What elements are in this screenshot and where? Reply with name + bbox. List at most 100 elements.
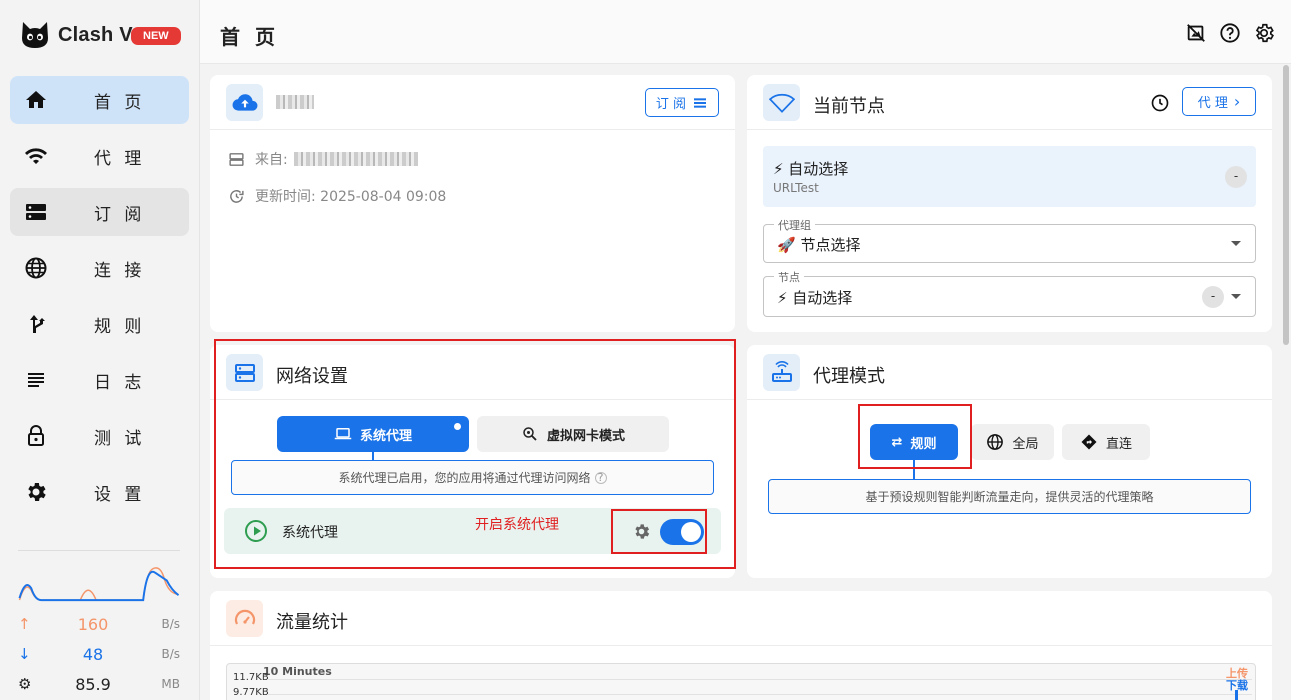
download-arrow-icon: ↓ xyxy=(18,645,31,663)
sidebar: Clash V NEW 首 页 代 理 订 阅 连 接 规 则 日 志 测 试 … xyxy=(0,0,200,700)
annotation-box-toggle xyxy=(611,509,707,554)
fork-route-icon xyxy=(30,315,45,333)
wifi-outline-icon xyxy=(763,84,800,121)
sidebar-item-subscription[interactable]: 订 阅 xyxy=(10,188,189,236)
sidebar-item-test[interactable]: 测 试 xyxy=(10,412,189,460)
chart-range-label: 10 Minutes xyxy=(263,665,332,678)
mode-global-button[interactable]: 全局 xyxy=(971,424,1054,460)
proxy-mode-info-text: 基于预设规则智能判断流量走向，提供灵活的代理策略 xyxy=(865,490,1154,504)
profile-updated-row: 更新时间: 2025-08-04 09:08 xyxy=(228,186,446,206)
memory-stat: ⚙ 85.9 MB xyxy=(18,669,180,699)
node-delay[interactable]: - xyxy=(1202,286,1224,308)
subscription-button-label: 订 阅 xyxy=(655,97,687,112)
direction-diamond-icon xyxy=(1081,434,1097,450)
scrollbar-thumb[interactable] xyxy=(1283,65,1289,345)
selected-node-delay[interactable]: - xyxy=(1225,166,1247,188)
current-node-title: 当前节点 xyxy=(813,96,885,117)
sidebar-nav: 首 页 代 理 订 阅 连 接 规 则 日 志 测 试 设 置 xyxy=(10,76,189,524)
sidebar-item-proxy[interactable]: 代 理 xyxy=(10,132,189,180)
upload-value: 160 xyxy=(77,614,109,634)
chevron-down-icon xyxy=(1231,241,1241,246)
traffic-chart: 10 Minutes 11.7KB 9.77KB 上传 下载 xyxy=(226,663,1256,700)
sidebar-item-label: 代 理 xyxy=(94,148,146,169)
traffic-stats-card: 流量统计 10 Minutes 11.7KB 9.77KB 上传 下载 xyxy=(210,591,1272,700)
grid-line xyxy=(267,679,1252,680)
memory-value: 85.9 xyxy=(75,674,111,694)
upload-stat: ↑ 160 B/s xyxy=(18,609,180,639)
app-name: Clash V xyxy=(58,23,133,46)
update-clock-icon xyxy=(230,189,244,203)
source-url-blurred xyxy=(293,152,418,166)
settings-gear-icon[interactable] xyxy=(1253,22,1275,44)
selected-node-name: ⚡ 自动选择 xyxy=(773,160,849,178)
goto-proxy-button[interactable]: 代 理 › xyxy=(1182,87,1256,116)
y-tick-1: 11.7KB xyxy=(233,672,269,683)
mode-direct-label: 直连 xyxy=(1105,436,1132,452)
proxy-group-value: 🚀 节点选择 xyxy=(777,236,861,254)
download-unit: B/s xyxy=(161,647,180,661)
selected-node-panel[interactable]: ⚡ 自动选择 URLTest - xyxy=(763,146,1256,207)
gear-icon xyxy=(28,483,46,501)
cloud-upload-icon xyxy=(226,84,263,121)
sidebar-item-label: 规 则 xyxy=(94,316,146,337)
router-icon xyxy=(763,354,800,391)
y-tick-2: 9.77KB xyxy=(233,687,269,698)
current-node-card: 当前节点 代 理 › ⚡ 自动选择 URLTest - 代理组 🚀 节点选择 节… xyxy=(747,75,1272,332)
upload-arrow-icon: ↑ xyxy=(18,615,31,633)
app-logo: Clash V xyxy=(20,18,133,52)
memory-chip-icon: ⚙ xyxy=(18,675,32,693)
profile-name-blurred xyxy=(276,95,314,109)
node-legend: 节点 xyxy=(774,269,804,285)
download-spike xyxy=(1235,690,1238,700)
sidebar-item-label: 测 试 xyxy=(94,428,146,449)
cat-logo-icon xyxy=(22,22,48,48)
header-actions xyxy=(1185,22,1275,44)
globe-icon xyxy=(25,257,47,279)
profile-source-row: 来自: xyxy=(228,149,418,169)
sidebar-item-connections[interactable]: 连 接 xyxy=(10,244,189,292)
node-value: ⚡ 自动选择 xyxy=(777,289,853,307)
sidebar-item-rules[interactable]: 规 则 xyxy=(10,300,189,348)
chevron-right-icon: › xyxy=(1233,91,1241,111)
sidebar-item-label: 日 志 xyxy=(94,372,146,393)
subscription-button[interactable]: 订 阅 xyxy=(645,88,719,117)
help-icon[interactable] xyxy=(1219,22,1241,44)
proxy-mode-info: 基于预设规则智能判断流量走向，提供灵活的代理策略 xyxy=(768,479,1251,514)
lock-icon xyxy=(28,425,44,446)
sidebar-item-logs[interactable]: 日 志 xyxy=(10,356,189,404)
sidebar-item-label: 订 阅 xyxy=(94,204,146,225)
traffic-stats-header: 流量统计 xyxy=(210,591,1272,646)
sidebar-item-label: 首 页 xyxy=(94,92,146,113)
source-label: 来自: xyxy=(255,152,288,168)
history-clock-icon[interactable] xyxy=(1150,93,1170,113)
traffic-sparkline xyxy=(18,550,180,605)
sidebar-item-home[interactable]: 首 页 xyxy=(10,76,189,124)
page-title: 首 页 xyxy=(220,25,279,49)
mode-direct-button[interactable]: 直连 xyxy=(1062,424,1150,460)
annotation-box-rule xyxy=(858,404,972,469)
proxy-mode-title: 代理模式 xyxy=(813,366,885,387)
sidebar-item-label: 设 置 xyxy=(94,484,146,505)
updated-time-label: 更新时间: 2025-08-04 09:08 xyxy=(255,189,447,205)
speedometer-icon xyxy=(226,600,263,637)
home-icon xyxy=(26,91,46,108)
memory-unit: MB xyxy=(161,677,180,691)
node-select[interactable]: 节点 ⚡ 自动选择 - xyxy=(763,269,1256,317)
selected-node-type: URLTest xyxy=(773,181,819,195)
sidebar-item-settings[interactable]: 设 置 xyxy=(10,468,189,516)
grid-line xyxy=(267,694,1252,695)
upload-unit: B/s xyxy=(161,617,180,631)
proxy-mode-header: 代理模式 xyxy=(747,345,1272,400)
dns-icon xyxy=(229,152,244,166)
wifi-icon xyxy=(25,148,47,164)
goto-proxy-label: 代 理 xyxy=(1197,96,1228,111)
download-value: 48 xyxy=(82,644,104,664)
server-icon xyxy=(26,204,46,220)
download-stat: ↓ 48 B/s xyxy=(18,639,180,669)
current-node-header: 当前节点 代 理 › xyxy=(747,75,1272,130)
list-icon xyxy=(694,97,707,108)
no-image-icon[interactable] xyxy=(1185,22,1207,44)
proxy-group-select[interactable]: 代理组 🚀 节点选择 xyxy=(763,217,1256,263)
new-badge: NEW xyxy=(131,27,181,45)
sidebar-item-label: 连 接 xyxy=(94,260,146,281)
